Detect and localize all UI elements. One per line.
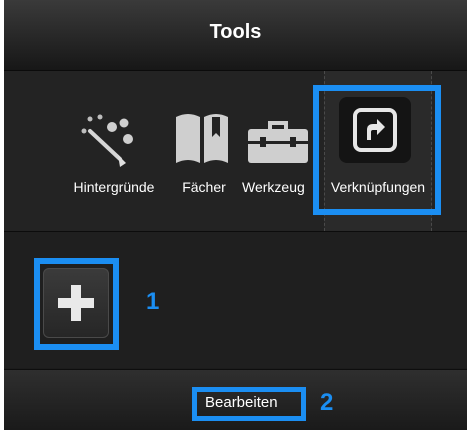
tab-label: Werkzeug (242, 179, 305, 195)
shortcuts-content: 1 (4, 232, 467, 368)
tools-panel: Tools Hintergründe Fächer Werkzeug Verkn… (4, 0, 467, 430)
tool-tabs: Hintergründe Fächer Werkzeug Verknüpfung… (4, 71, 467, 232)
page-title: Tools (209, 21, 262, 43)
highlight-frame-add (34, 258, 119, 350)
highlight-frame-shortcuts (313, 85, 441, 215)
tab-faecher[interactable]: Fächer (170, 71, 234, 231)
tab-werkzeug[interactable]: Werkzeug (240, 71, 316, 231)
paint-brush-icon (81, 114, 133, 167)
bottom-bar: Bearbeiten 2 (4, 369, 467, 430)
callout-number: 2 (320, 389, 334, 416)
tab-label: Hintergründe (73, 179, 155, 195)
callout-number: 1 (146, 288, 160, 315)
highlight-frame-edit (192, 387, 306, 421)
book-icon (176, 114, 228, 163)
toolbox-icon (248, 121, 308, 163)
tab-hintergruende[interactable]: Hintergründe (60, 71, 164, 231)
title-bar: Tools (4, 0, 467, 71)
tab-label: Fächer (182, 179, 226, 195)
